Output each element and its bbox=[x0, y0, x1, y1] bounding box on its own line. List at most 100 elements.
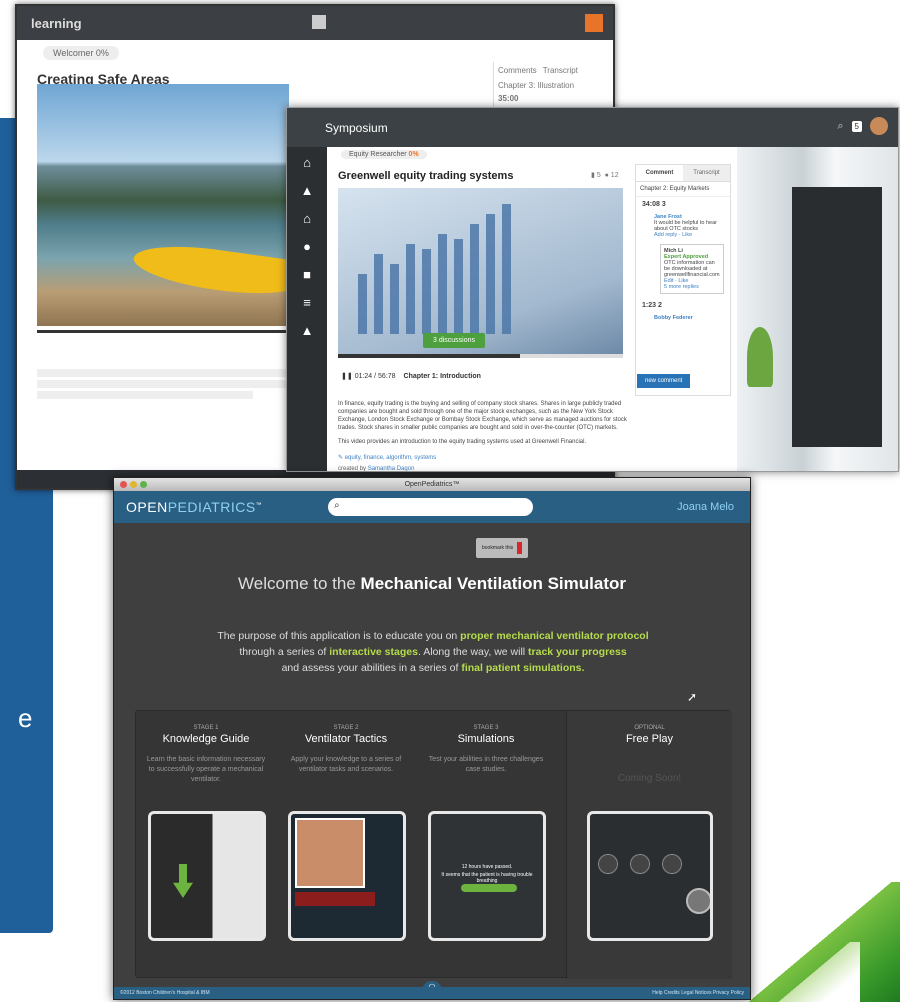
bookmark-count: 5 bbox=[596, 172, 601, 179]
person-icon[interactable]: ▲ bbox=[301, 323, 314, 341]
symposium-window: Symposium ⌕ 5 ⌂ ▲ ⌂ ● ■ ≡ ▲ Equity Resea… bbox=[286, 107, 899, 472]
stage-card-simulations[interactable]: STAGE 3 Simulations Test your abilities … bbox=[416, 711, 556, 979]
time-label[interactable]: 34:08 bbox=[642, 201, 660, 208]
video-progress[interactable] bbox=[37, 330, 297, 354]
purpose-text-part: The purpose of this application is to ed… bbox=[217, 630, 461, 642]
role-label: Equity Researcher bbox=[349, 151, 407, 158]
menu-icon[interactable] bbox=[312, 15, 326, 29]
discussions-marker[interactable]: 3 discussions bbox=[423, 333, 486, 348]
notification-count[interactable]: 5 bbox=[851, 120, 862, 132]
notification-icon[interactable] bbox=[585, 14, 603, 32]
comment-time: 1:23 2 bbox=[636, 298, 730, 313]
bookmark-button[interactable]: bookmark this bbox=[476, 538, 529, 558]
purpose-highlight: final patient simulations. bbox=[461, 662, 585, 674]
panel-text-fragment: e bbox=[18, 703, 33, 733]
purpose-text-part: and assess your abilities in a series of bbox=[281, 662, 462, 674]
zoom-icon[interactable] bbox=[140, 481, 147, 488]
minimize-icon[interactable] bbox=[130, 481, 137, 488]
stage-label: OPTIONAL bbox=[634, 725, 665, 731]
bookmark-icon[interactable]: ▮ bbox=[591, 172, 595, 179]
comment-panel: Comment Transcript Chapter 2: Equity Mar… bbox=[635, 164, 731, 396]
search-input[interactable]: ⌕ bbox=[328, 498, 533, 516]
site-footer: ©2012 Boston Children's Hospital & IBM ◠… bbox=[114, 981, 750, 999]
chapter-select[interactable]: Chapter 1: Introduction bbox=[404, 373, 481, 380]
chapter-select[interactable]: Chapter 2: Equity Markets bbox=[636, 182, 730, 197]
tags[interactable]: ✎ equity, finance, algorithm, systems bbox=[338, 454, 436, 461]
stage-card-ventilator-tactics[interactable]: STAGE 2 Ventilator Tactics Apply your kn… bbox=[276, 711, 416, 979]
search-icon: ⌕ bbox=[334, 500, 340, 511]
continue-button[interactable] bbox=[461, 884, 517, 892]
footer-links[interactable]: Help Credits Legal Notices Privacy Polic… bbox=[652, 987, 744, 999]
people-icon[interactable]: ● bbox=[303, 239, 311, 257]
video-frame[interactable] bbox=[37, 84, 289, 326]
copyright: ©2012 Boston Children's Hospital & IBM bbox=[120, 990, 210, 996]
stage-card-knowledge-guide[interactable]: STAGE 1 Knowledge Guide Learn the basic … bbox=[136, 711, 276, 979]
tab-comments[interactable]: Comments bbox=[498, 66, 537, 75]
comment-count: 12 bbox=[610, 172, 619, 179]
welcome-heading: Welcome to the Mechanical Ventilation Si… bbox=[114, 574, 750, 594]
role-badge: Welcomer 0% bbox=[43, 46, 119, 60]
bank-icon[interactable]: ⌂ bbox=[303, 211, 311, 229]
stage-name: Free Play bbox=[625, 733, 674, 745]
purpose-text: The purpose of this application is to ed… bbox=[154, 628, 712, 676]
side-nav: ⌂ ▲ ⌂ ● ■ ≡ ▲ bbox=[287, 147, 327, 471]
stage-description: Test your abilities in three challenges … bbox=[428, 756, 544, 773]
time-count: 3 bbox=[661, 201, 666, 208]
stage-thumbnail[interactable] bbox=[587, 811, 713, 941]
tag-list[interactable]: equity, finance, algorithm, systems bbox=[345, 455, 437, 461]
book-icon[interactable]: ■ bbox=[303, 267, 311, 285]
sim-message: 12 hours have passed. bbox=[461, 864, 513, 870]
coming-soon-label: Coming Soon! bbox=[617, 773, 682, 784]
logo-trademark: ™ bbox=[255, 502, 263, 509]
author-link[interactable]: Samantha Dagon bbox=[368, 466, 415, 471]
list-icon[interactable]: ≡ bbox=[303, 295, 311, 313]
purpose-text-part: through a series of bbox=[239, 646, 330, 658]
comment-actions[interactable]: Add reply · Like bbox=[654, 232, 692, 238]
user-name[interactable]: Joana Melo bbox=[677, 501, 734, 513]
comment-time[interactable]: 35:00 bbox=[498, 94, 603, 103]
stage-thumbnail[interactable]: 12 hours have passed. It seems that the … bbox=[428, 811, 546, 941]
chapter-select[interactable]: Chapter 3: Illustration bbox=[498, 81, 603, 90]
tab-comment[interactable]: Comment bbox=[636, 165, 683, 181]
home-icon[interactable]: ⌂ bbox=[303, 155, 311, 173]
time-count: 2 bbox=[657, 302, 662, 309]
mouse-cursor-icon: ➚ bbox=[687, 690, 698, 704]
time-label[interactable]: 1:23 bbox=[642, 302, 656, 309]
pause-icon[interactable]: ❚❚ bbox=[341, 373, 353, 380]
window-title: OpenPediatrics™ bbox=[404, 481, 460, 488]
video-progress-bar[interactable] bbox=[338, 354, 623, 358]
description-paragraph: In finance, equity trading is the buying… bbox=[338, 401, 627, 431]
graduation-cap-icon[interactable]: ▲ bbox=[301, 183, 314, 201]
site-logo[interactable]: OPENPEDIATRICS™ bbox=[126, 499, 262, 515]
comment-icon[interactable]: ● bbox=[605, 172, 609, 179]
more-replies-link[interactable]: 5 more replies bbox=[664, 284, 699, 290]
comment: Bobby Federer bbox=[636, 313, 730, 323]
stage-thumbnail[interactable] bbox=[148, 811, 266, 941]
stage-label: STAGE 3 bbox=[473, 725, 499, 731]
brand-name: Symposium bbox=[325, 120, 388, 135]
bookmark-icon bbox=[517, 542, 523, 554]
stage-name: Knowledge Guide bbox=[162, 733, 250, 745]
stage-description: Learn the basic information necessary to… bbox=[146, 756, 266, 783]
search-icon[interactable]: ⌕ bbox=[837, 120, 843, 133]
video-title: Greenwell equity trading systems bbox=[338, 170, 514, 182]
app-name: Mechanical Ventilation Simulator bbox=[360, 574, 626, 593]
site-header: OPENPEDIATRICS™ ⌕ Joana Melo bbox=[114, 491, 750, 523]
wifi-icon[interactable]: ◠ bbox=[422, 981, 442, 995]
comment-author[interactable]: Bobby Federer bbox=[654, 315, 724, 321]
progress-percent: 0% bbox=[408, 151, 419, 158]
tab-transcript[interactable]: Transcript bbox=[543, 66, 578, 75]
video-player[interactable]: 3 discussions bbox=[338, 188, 623, 354]
tab-transcript[interactable]: Transcript bbox=[683, 165, 730, 181]
bookmark-label: bookmark this bbox=[482, 545, 514, 551]
new-comment-button[interactable]: new comment bbox=[637, 374, 691, 388]
avatar[interactable] bbox=[870, 117, 888, 135]
stage-card-free-play[interactable]: OPTIONAL Free Play Coming Soon! bbox=[566, 711, 732, 979]
app-logo: learning bbox=[31, 15, 82, 31]
background-photo bbox=[737, 147, 898, 471]
video-time: 01:24 / 56:78 bbox=[354, 373, 396, 380]
sim-message: It seems that the patient is having trou… bbox=[441, 872, 533, 884]
close-icon[interactable] bbox=[120, 481, 127, 488]
learning-topbar: learning bbox=[17, 6, 613, 40]
stage-thumbnail[interactable] bbox=[288, 811, 406, 941]
